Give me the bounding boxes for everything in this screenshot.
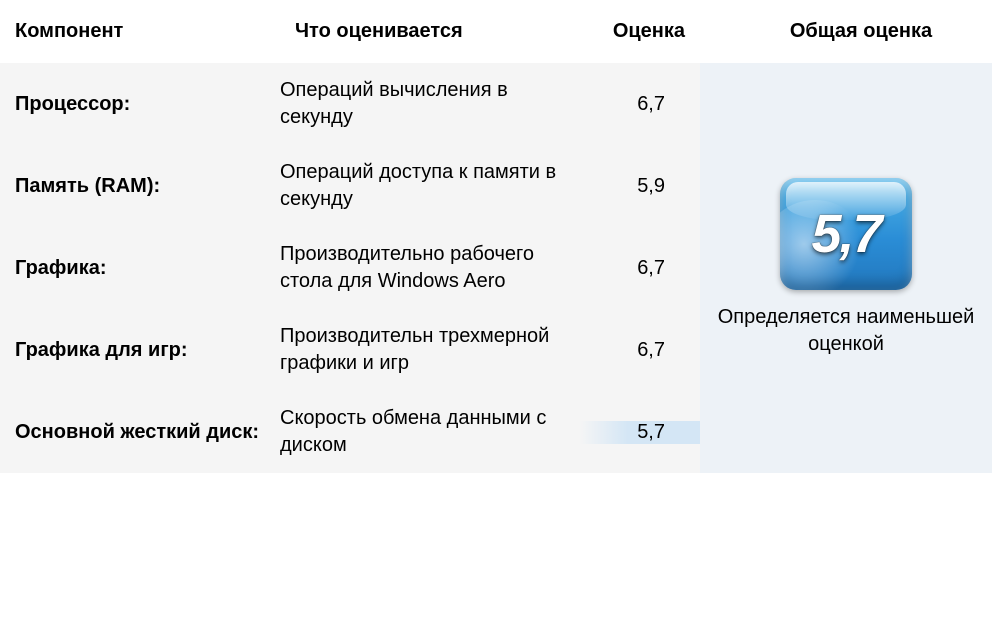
component-score-lowest: 5,7 <box>580 421 700 444</box>
header-description: Что оценивается <box>295 20 595 43</box>
component-score: 6,7 <box>580 93 700 116</box>
component-name: Память (RAM): <box>15 175 280 198</box>
component-name: Графика: <box>15 257 280 280</box>
overall-score-panel: 5,7 Определяется наименьшей оценкой <box>700 63 992 473</box>
component-description: Скорость обмена данными с диском <box>280 405 580 459</box>
component-score: 6,7 <box>580 339 700 362</box>
table-header: Компонент Что оценивается Оценка Общая о… <box>0 0 992 63</box>
wei-panel: Компонент Что оценивается Оценка Общая о… <box>0 0 992 473</box>
wei-badge-icon: 5,7 <box>780 178 912 290</box>
component-name: Графика для игр: <box>15 339 280 362</box>
header-score: Оценка <box>595 20 715 43</box>
overall-score-value: 5,7 <box>811 203 880 265</box>
header-component: Компонент <box>15 20 295 43</box>
component-name: Основной жесткий диск: <box>15 421 280 444</box>
component-name: Процессор: <box>15 93 280 116</box>
component-score: 6,7 <box>580 257 700 280</box>
component-score: 5,9 <box>580 175 700 198</box>
table-body: Процессор: Операций вычисления в секунду… <box>0 63 992 473</box>
component-description: Операций доступа к памяти в секунду <box>280 159 580 213</box>
component-description: Производительн трехмерной графики и игр <box>280 323 580 377</box>
overall-score-caption: Определяется наименьшей оценкой <box>700 304 992 358</box>
component-description: Операций вычисления в секунду <box>280 77 580 131</box>
component-description: Производительно рабочего стола для Windo… <box>280 241 580 295</box>
header-overall: Общая оценка <box>715 20 992 43</box>
